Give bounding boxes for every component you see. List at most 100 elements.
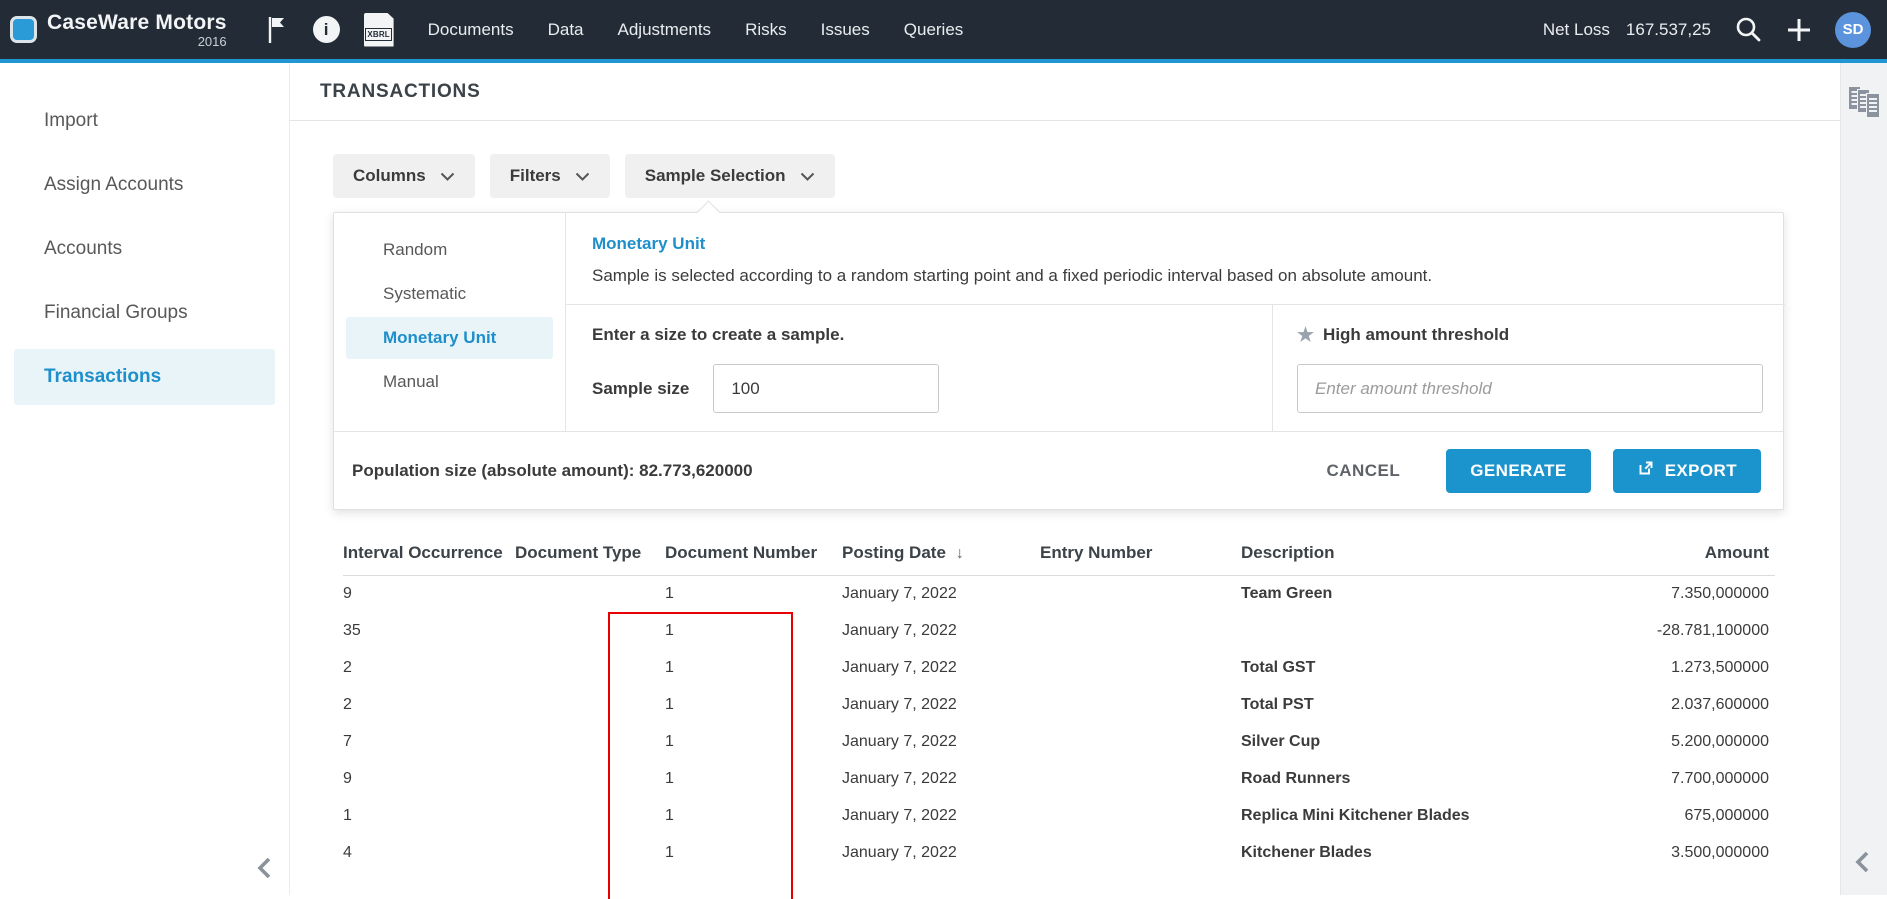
right-panel-collapse-chevron-icon[interactable]	[1851, 848, 1877, 881]
cell-description: Kitchener Blades	[1241, 834, 1539, 871]
table-row[interactable]: 2 1 January 7, 2022 Total GST 1.273,5000…	[343, 649, 1775, 686]
user-avatar[interactable]: SD	[1835, 12, 1871, 48]
transactions-tbody: 9 1 January 7, 2022 Team Green 7.350,000…	[343, 575, 1775, 871]
table-row[interactable]: 1 1 January 7, 2022 Replica Mini Kitchen…	[343, 797, 1775, 834]
cell-interval-occurrence: 9	[343, 575, 515, 612]
cell-amount: 7.700,000000	[1539, 760, 1775, 797]
cell-posting-date: January 7, 2022	[842, 575, 1040, 612]
cell-posting-date: January 7, 2022	[842, 723, 1040, 760]
export-button[interactable]: EXPORT	[1613, 449, 1761, 493]
table-row[interactable]: 7 1 January 7, 2022 Silver Cup 5.200,000…	[343, 723, 1775, 760]
cell-posting-date: January 7, 2022	[842, 760, 1040, 797]
sidebar-item-import[interactable]: Import	[14, 93, 275, 149]
sidebar-item-financial-groups[interactable]: Financial Groups	[14, 285, 275, 341]
column-header-interval-occurrence[interactable]: Interval Occurrence	[343, 532, 515, 575]
columns-dropdown-label: Columns	[353, 166, 426, 186]
brand-name: CaseWare Motors	[47, 11, 227, 35]
table-row[interactable]: 35 1 January 7, 2022 -28.781,100000	[343, 612, 1775, 649]
cell-amount: 2.037,600000	[1539, 686, 1775, 723]
page-header: TRANSACTIONS	[290, 63, 1840, 121]
column-header-description[interactable]: Description	[1241, 532, 1539, 575]
sample-size-heading: Enter a size to create a sample.	[592, 325, 1246, 345]
cell-document-number: 1	[665, 834, 842, 871]
cell-document-number: 1	[665, 649, 842, 686]
cell-interval-occurrence: 1	[343, 797, 515, 834]
cell-document-type	[515, 612, 665, 649]
cell-description: Silver Cup	[1241, 723, 1539, 760]
cell-amount: 3.500,000000	[1539, 834, 1775, 871]
generate-button[interactable]: GENERATE	[1446, 449, 1590, 493]
main-menu: Documents Data Adjustments Risks Issues …	[428, 20, 964, 40]
method-info: Monetary Unit Sample is selected accordi…	[566, 213, 1785, 305]
sidebar-item-transactions[interactable]: Transactions	[14, 349, 275, 405]
cell-document-type	[515, 760, 665, 797]
method-item-systematic[interactable]: Systematic	[346, 273, 553, 315]
top-navbar: CaseWare Motors 2016 i XBRL Documents Da…	[0, 0, 1887, 63]
column-header-amount[interactable]: Amount	[1539, 532, 1775, 575]
sample-size-input[interactable]	[713, 364, 939, 413]
cell-description: Team Green	[1241, 575, 1539, 612]
add-icon[interactable]	[1785, 16, 1813, 44]
filters-dropdown-button[interactable]: Filters	[490, 154, 610, 198]
cell-entry-number	[1040, 649, 1241, 686]
table-row[interactable]: 4 1 January 7, 2022 Kitchener Blades 3.5…	[343, 834, 1775, 871]
menu-item-issues[interactable]: Issues	[821, 20, 870, 40]
caseware-logo	[10, 16, 37, 43]
cell-amount: 1.273,500000	[1539, 649, 1775, 686]
sidebar-collapse-chevron-icon[interactable]	[253, 854, 279, 887]
generate-button-label: GENERATE	[1470, 461, 1566, 481]
cell-interval-occurrence: 2	[343, 649, 515, 686]
cell-document-number: 1	[665, 686, 842, 723]
cell-interval-occurrence: 2	[343, 686, 515, 723]
method-item-manual[interactable]: Manual	[346, 361, 553, 403]
method-item-monetary-unit[interactable]: Monetary Unit	[346, 317, 553, 359]
cell-posting-date: January 7, 2022	[842, 649, 1040, 686]
flag-icon[interactable]	[265, 15, 289, 45]
column-header-entry-number[interactable]: Entry Number	[1040, 532, 1241, 575]
column-header-posting-date[interactable]: Posting Date↓	[842, 532, 1040, 575]
info-icon[interactable]: i	[313, 16, 340, 43]
sampling-method-list: Random Systematic Monetary Unit Manual	[334, 213, 566, 431]
cell-document-type	[515, 686, 665, 723]
external-link-icon	[1637, 459, 1655, 482]
cell-interval-occurrence: 35	[343, 612, 515, 649]
columns-dropdown-button[interactable]: Columns	[333, 154, 475, 198]
sample-selection-dropdown-button[interactable]: Sample Selection	[625, 154, 835, 198]
column-header-document-number[interactable]: Document Number	[665, 532, 842, 575]
export-button-label: EXPORT	[1665, 461, 1737, 481]
cancel-button[interactable]: CANCEL	[1326, 461, 1400, 481]
cell-posting-date: January 7, 2022	[842, 797, 1040, 834]
cell-description	[1241, 612, 1539, 649]
search-icon[interactable]	[1733, 15, 1763, 45]
sort-descending-icon: ↓	[956, 545, 964, 562]
cell-description: Road Runners	[1241, 760, 1539, 797]
cell-interval-occurrence: 4	[343, 834, 515, 871]
sidebar-item-assign-accounts[interactable]: Assign Accounts	[14, 157, 275, 213]
cell-entry-number	[1040, 723, 1241, 760]
cell-document-type	[515, 575, 665, 612]
column-header-document-type[interactable]: Document Type	[515, 532, 665, 575]
page-title: TRANSACTIONS	[320, 81, 481, 103]
brand-year: 2016	[47, 34, 227, 49]
sidebar-item-accounts[interactable]: Accounts	[14, 221, 275, 277]
method-item-random[interactable]: Random	[346, 229, 553, 271]
amount-threshold-input[interactable]	[1297, 364, 1763, 413]
cell-amount: 675,000000	[1539, 797, 1775, 834]
table-row[interactable]: 2 1 January 7, 2022 Total PST 2.037,6000…	[343, 686, 1775, 723]
table-row[interactable]: 9 1 January 7, 2022 Road Runners 7.700,0…	[343, 760, 1775, 797]
menu-item-risks[interactable]: Risks	[745, 20, 787, 40]
threshold-label: High amount threshold	[1323, 325, 1509, 345]
menu-item-documents[interactable]: Documents	[428, 20, 514, 40]
xbrl-icon-label: XBRL	[365, 28, 392, 41]
menu-item-adjustments[interactable]: Adjustments	[618, 20, 712, 40]
menu-item-queries[interactable]: Queries	[904, 20, 964, 40]
table-row[interactable]: 9 1 January 7, 2022 Team Green 7.350,000…	[343, 575, 1775, 612]
documents-stack-icon[interactable]	[1847, 83, 1881, 124]
cell-posting-date: January 7, 2022	[842, 612, 1040, 649]
xbrl-icon[interactable]: XBRL	[364, 13, 394, 47]
cell-posting-date: January 7, 2022	[842, 834, 1040, 871]
net-loss-indicator: Net Loss 167.537,25	[1543, 20, 1711, 40]
menu-item-data[interactable]: Data	[548, 20, 584, 40]
right-panel-strip	[1840, 63, 1887, 895]
sample-size-label: Sample size	[592, 379, 689, 399]
